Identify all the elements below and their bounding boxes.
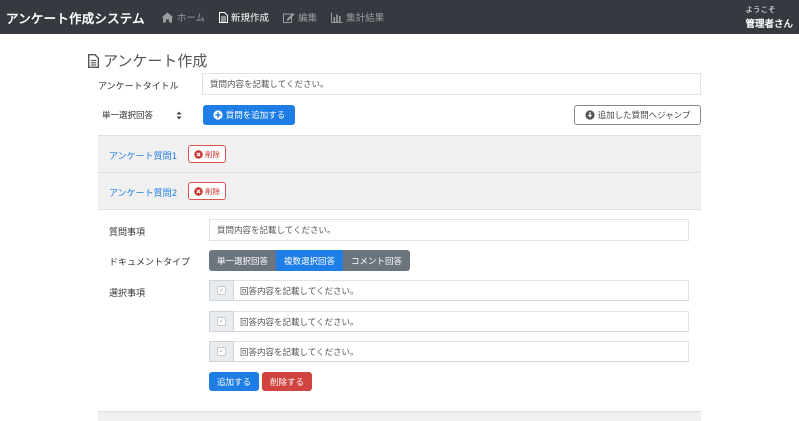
- user-greeting[interactable]: ようこそ 管理者さん: [745, 4, 793, 30]
- select-arrows-icon: [176, 111, 182, 119]
- choice-checkbox-3[interactable]: ✓: [209, 341, 234, 362]
- survey-title-input[interactable]: 質問内容を記載してください。: [202, 73, 701, 95]
- chart-icon: [331, 12, 343, 23]
- arrow-down-circle-icon: [584, 110, 595, 120]
- question-field-label: 質問事項: [109, 228, 146, 238]
- close-circle-icon: [194, 186, 203, 196]
- add-choice-label: 追加する: [216, 377, 251, 388]
- doc-type-single-button[interactable]: 単一選択回答: [209, 250, 276, 271]
- nav-menu: ホーム 新規作成 編集 集計結果: [161, 10, 398, 24]
- delete-question-2-button[interactable]: 削除: [188, 182, 226, 200]
- question-type-value: 単一選択回答: [102, 111, 154, 121]
- check-icon: ✓: [217, 286, 226, 295]
- question-type-select[interactable]: 単一選択回答: [98, 105, 186, 125]
- app-brand[interactable]: アンケート作成システム: [6, 8, 145, 27]
- question-content-placeholder: 質問内容を記載してください。: [217, 226, 336, 236]
- choice-input-1[interactable]: 回答内容を記載してください。: [234, 280, 689, 301]
- survey-title-placeholder: 質問内容を記載してください。: [210, 80, 329, 90]
- delete-choice-button[interactable]: 削除する: [262, 372, 312, 391]
- doc-type-comment-button[interactable]: コメント回答: [343, 250, 410, 271]
- add-question-label: 質問を追加する: [225, 111, 286, 121]
- page-title-text: アンケート作成: [103, 52, 208, 70]
- question-link-2[interactable]: アンケート質問2: [109, 186, 177, 199]
- check-icon: ✓: [217, 317, 226, 326]
- choice-checkbox-1[interactable]: ✓: [209, 280, 234, 301]
- document-icon: [219, 11, 229, 23]
- choice-input-2[interactable]: 回答内容を記載してください。: [234, 311, 689, 332]
- survey-title-label: アンケートタイトル: [98, 82, 179, 92]
- plus-circle-icon: [213, 110, 223, 120]
- close-circle-icon: [194, 149, 203, 159]
- nav-item-edit[interactable]: 編集: [283, 10, 317, 24]
- page-title: アンケート作成: [88, 50, 207, 71]
- choice-checkbox-2[interactable]: ✓: [209, 311, 234, 332]
- question-content-input[interactable]: 質問内容を記載してください。: [209, 219, 689, 241]
- jump-to-question-button[interactable]: 追加した質問へジャンプ: [574, 105, 701, 125]
- greeting-text: ようこそ: [745, 5, 776, 14]
- add-question-button[interactable]: 質問を追加する: [203, 105, 295, 125]
- document-icon: [88, 53, 99, 68]
- delete-choice-label: 削除する: [269, 377, 304, 388]
- nav-item-label: 新規作成: [231, 13, 270, 24]
- survey-form-card: アンケートタイトル 質問内容を記載してください。 単一選択回答 質問を追加する …: [98, 72, 701, 417]
- choice-placeholder: 回答内容を記載してください。: [240, 286, 359, 297]
- doc-type-segmented-control: 単一選択回答 複数選択回答 コメント回答: [209, 250, 410, 271]
- nav-item-label: ホーム: [176, 13, 206, 24]
- card-footer-band: [98, 411, 701, 421]
- jump-label: 追加した質問へジャンプ: [597, 111, 691, 121]
- delete-question-1-button[interactable]: 削除: [188, 145, 226, 163]
- add-choice-button[interactable]: 追加する: [209, 372, 259, 391]
- delete-label: 削除: [205, 149, 220, 159]
- home-icon: [161, 12, 174, 22]
- choice-row-3: ✓ 回答内容を記載してください。: [209, 341, 689, 362]
- choice-placeholder: 回答内容を記載してください。: [240, 347, 359, 358]
- nav-item-results[interactable]: 集計結果: [331, 10, 384, 24]
- nav-item-label: 編集: [298, 13, 318, 24]
- doc-type-label: ドキュメントタイプ: [109, 258, 191, 268]
- nav-item-label: 集計結果: [346, 13, 385, 24]
- choice-row-2: ✓ 回答内容を記載してください。: [209, 311, 689, 332]
- top-navbar: アンケート作成システム ホーム 新規作成 編集 集計結果 ようこそ 管理者さん: [0, 0, 799, 34]
- choices-label: 選択事項: [109, 289, 146, 299]
- choice-input-3[interactable]: 回答内容を記載してください。: [234, 341, 689, 362]
- delete-label: 削除: [205, 186, 220, 196]
- choice-placeholder: 回答内容を記載してください。: [240, 317, 359, 328]
- nav-item-home[interactable]: ホーム: [161, 10, 205, 24]
- choice-row-1: ✓ 回答内容を記載してください。: [209, 280, 689, 301]
- user-name: 管理者さん: [745, 19, 793, 30]
- edit-icon: [283, 12, 295, 23]
- doc-type-multiple-button[interactable]: 複数選択回答: [276, 250, 343, 271]
- nav-item-new[interactable]: 新規作成: [219, 10, 269, 24]
- question-row-2: アンケート質問2 削除: [98, 172, 701, 209]
- question-link-1[interactable]: アンケート質問1: [109, 149, 177, 162]
- question-row-1: アンケート質問1 削除: [98, 135, 701, 172]
- check-icon: ✓: [217, 347, 226, 356]
